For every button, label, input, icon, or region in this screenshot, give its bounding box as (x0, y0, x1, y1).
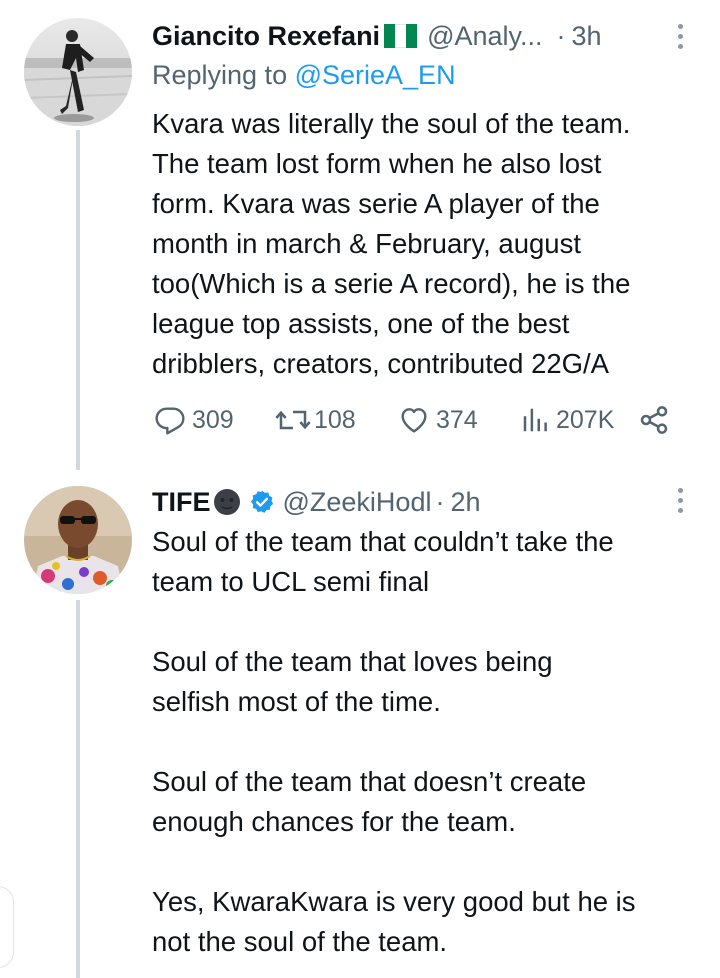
tweet-text: Kvara was literally the soul of the team… (152, 108, 631, 379)
avatar[interactable] (24, 486, 132, 594)
nigeria-flag-icon (384, 24, 418, 48)
views-icon (520, 405, 550, 435)
reply-icon (154, 404, 186, 436)
like-icon (398, 404, 430, 436)
views-count: 207K (556, 405, 615, 434)
display-name[interactable]: Giancito Rexefani (152, 21, 380, 52)
tweet-header: TIFE @ZeekiHodl · 2h (152, 484, 690, 520)
more-icon[interactable] (678, 488, 684, 513)
avatar[interactable] (24, 18, 132, 126)
reply-count: 309 (192, 405, 234, 434)
verified-icon[interactable] (249, 489, 275, 515)
retweet-button[interactable]: 108 (274, 400, 356, 440)
timestamp[interactable]: 2h (450, 487, 480, 518)
replying-to: Replying to @SerieA_EN (152, 60, 456, 91)
display-name[interactable]: TIFE (152, 487, 211, 518)
share-icon (638, 404, 670, 436)
views-button[interactable]: 207K (520, 400, 614, 440)
retweet-count: 108 (314, 405, 356, 434)
mention-link[interactable]: @SerieA_EN (295, 60, 456, 90)
timestamp[interactable]: 3h (572, 21, 602, 52)
tweet[interactable]: TIFE @ZeekiHodl · 2h Soul of the team th… (0, 470, 720, 978)
reply-button[interactable]: 309 (154, 400, 234, 440)
tweet-text: Soul of the team that couldn’t take the … (152, 526, 636, 957)
separator-dot: · (556, 20, 566, 51)
new-moon-face-icon (213, 488, 241, 516)
action-bar: 309 108 374 207K (152, 400, 672, 440)
replying-prefix: Replying to (152, 60, 295, 90)
handle[interactable]: @ZeekiHodl (283, 487, 432, 518)
like-button[interactable]: 374 (398, 400, 478, 440)
more-icon[interactable] (678, 24, 684, 49)
separator-dot: · (435, 486, 445, 517)
tweet[interactable]: Giancito Rexefani @Analy... · 3h Replyin… (0, 0, 720, 470)
like-count: 374 (436, 405, 478, 434)
handle[interactable]: @Analy... (427, 21, 542, 52)
share-button[interactable] (638, 400, 670, 440)
retweet-icon (274, 404, 312, 436)
tweet-header: Giancito Rexefani @Analy... · 3h (152, 18, 690, 54)
